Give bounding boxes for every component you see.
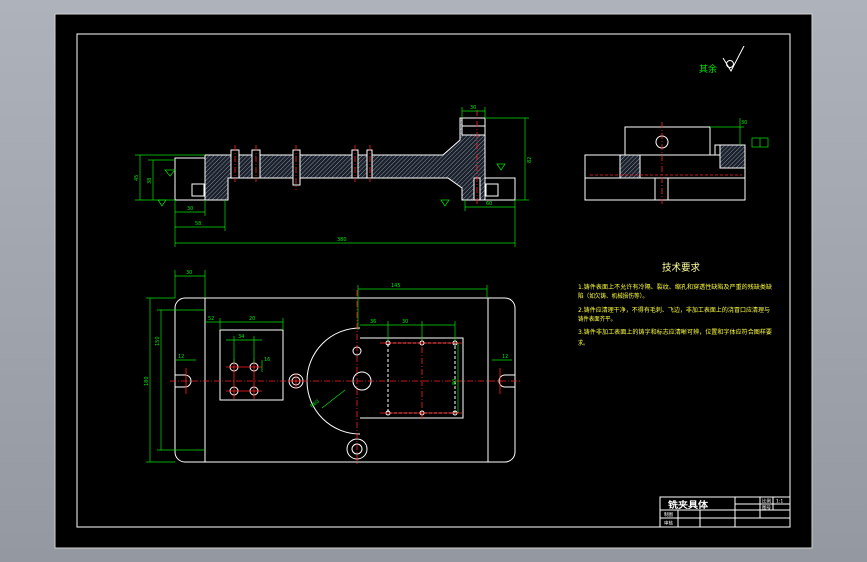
- dim-top-height: 30: [741, 120, 747, 126]
- right-base-block: [484, 177, 516, 201]
- dim-inner-height: 150: [155, 336, 161, 346]
- dim-right-height: 82: [527, 157, 533, 163]
- dim-left-edge: 30: [186, 270, 192, 276]
- dim-hole-pitch: 16: [264, 357, 270, 363]
- scale-value: 1:1: [776, 499, 783, 505]
- tech-req-line: 1.铸件表面上不允许有冷隔、裂纹、缩孔和穿透性缺陷及严重的残缺类缺: [578, 283, 772, 291]
- drawing-svg: 380 58 30 45 38 30 60 82 30 30 145 52 20…: [0, 0, 867, 562]
- tech-req-line: 2.铸件应清理干净，不得有毛刺、飞边，非加工表面上的浇冒口应清理与: [578, 306, 770, 314]
- dim-overall-length: 380: [337, 237, 347, 243]
- dim-left-base: 30: [187, 206, 193, 212]
- scale-label: 比例: [762, 498, 771, 505]
- dim-slot-width: 145: [391, 283, 401, 289]
- side-view-section: [719, 144, 746, 169]
- cad-viewer: 380 58 30 45 38 30 60 82 30 30 145 52 20…: [0, 0, 867, 562]
- hole-section: [366, 149, 373, 179]
- hole-section: [292, 149, 301, 186]
- tech-req-line: 铸件表面齐平。: [578, 315, 616, 323]
- dim-pitch-b: 30: [402, 319, 408, 325]
- tech-req-title: 技术要求: [662, 261, 700, 274]
- left-base-block: [174, 157, 206, 201]
- dim-left-step: 58: [195, 221, 201, 227]
- dim-pocket-height: 80: [452, 379, 458, 385]
- side-view-slot: [654, 177, 669, 201]
- part-name: 铣夹具体: [668, 499, 709, 511]
- dim-hole-spacing: 34: [238, 334, 244, 340]
- drawing-number-label: 图号: [762, 505, 771, 511]
- roughness-label: 其余: [699, 63, 717, 75]
- dim-block-width: 20: [249, 316, 255, 322]
- dim-block-offset: 52: [208, 316, 214, 322]
- drawn-by-label: 制图: [664, 511, 673, 518]
- drawing-canvas[interactable]: [54, 13, 813, 549]
- dim-slot-left: 12: [178, 354, 184, 360]
- dim-outer-height: 180: [144, 376, 150, 386]
- tech-req-line: 陷（如欠铸、机械损伤等）。: [578, 292, 648, 300]
- tech-req-line: 求。: [578, 339, 588, 347]
- dim-height-inner: 38: [147, 178, 153, 184]
- dim-right-base: 60: [486, 201, 492, 207]
- side-view-section: [619, 154, 641, 179]
- checked-by-label: 审核: [664, 520, 673, 527]
- dim-slot-right: 12: [502, 354, 508, 360]
- dim-top-block: 30: [470, 105, 476, 111]
- tech-req-line: 3.铸件非加工表面上的铸字和标志应清晰可辨，位置和字体应符合图样要: [578, 328, 772, 336]
- dim-height-outer: 45: [134, 175, 140, 181]
- dim-pitch-a: 36: [370, 319, 376, 325]
